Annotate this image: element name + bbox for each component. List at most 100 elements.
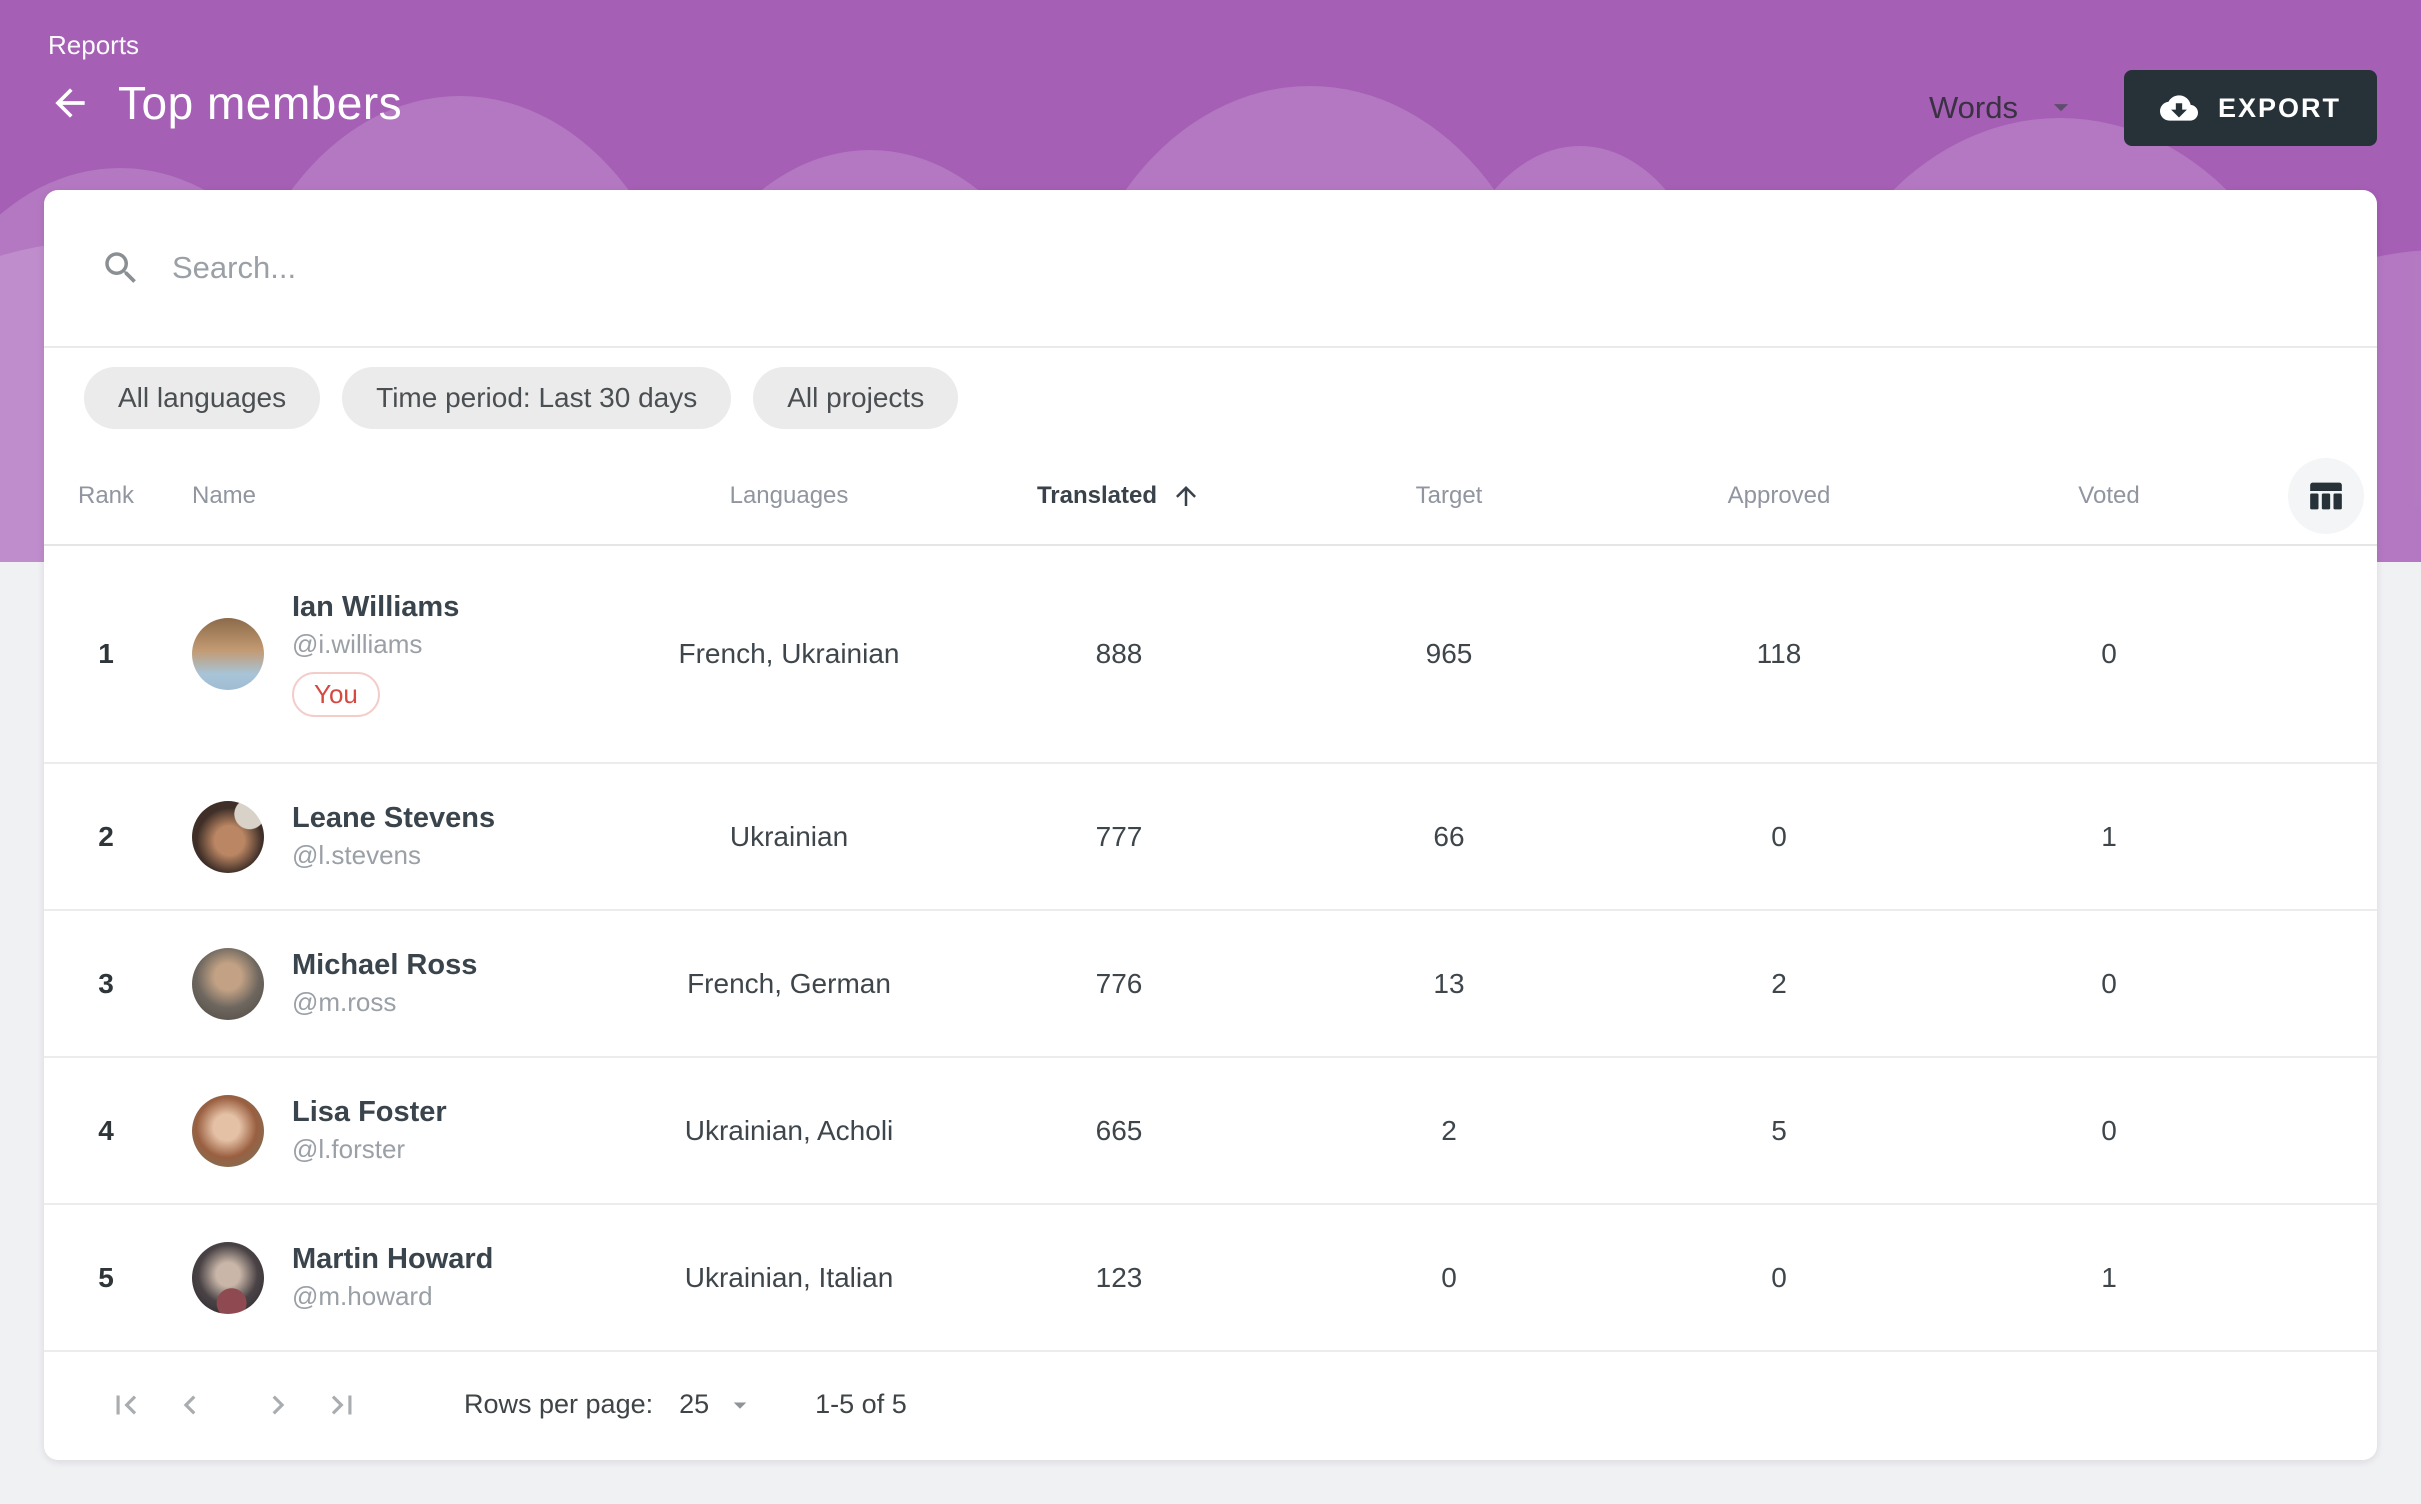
filter-chips: All languages Time period: Last 30 days … xyxy=(44,348,2377,448)
search-input[interactable] xyxy=(170,249,2377,287)
avatar xyxy=(192,801,264,873)
export-button[interactable]: EXPORT xyxy=(2124,70,2377,146)
pagination-bar: Rows per page: 25 1-5 of 5 xyxy=(44,1352,2377,1457)
rank-cell: 1 xyxy=(44,638,168,670)
table-row: 4 Lisa Foster @l.forster Ukrainian, Acho… xyxy=(44,1058,2377,1205)
voted-cell: 0 xyxy=(1944,968,2274,1000)
table-row: 5 Martin Howard @m.howard Ukrainian, Ita… xyxy=(44,1205,2377,1352)
page-title: Top members xyxy=(118,76,402,130)
rank-cell: 2 xyxy=(44,821,168,853)
rank-cell: 5 xyxy=(44,1262,168,1294)
approved-cell: 118 xyxy=(1614,638,1944,670)
filter-time-period[interactable]: Time period: Last 30 days xyxy=(342,367,731,429)
column-header-name[interactable]: Name xyxy=(168,482,624,510)
table-row: 3 Michael Ross @m.ross French, German 77… xyxy=(44,911,2377,1058)
translated-cell: 776 xyxy=(954,968,1284,1000)
member-link[interactable]: Martin Howard @m.howard xyxy=(292,1243,493,1311)
page: Reports Top members Words EXPORT All lan… xyxy=(0,0,2421,1504)
member-name: Michael Ross xyxy=(292,949,477,982)
member-link[interactable]: Ian Williams @i.williams You xyxy=(292,591,459,716)
rank-cell: 3 xyxy=(44,968,168,1000)
member-username: @l.stevens xyxy=(292,840,495,871)
previous-page-button[interactable] xyxy=(158,1373,222,1437)
column-header-voted[interactable]: Voted xyxy=(1944,482,2274,510)
languages-cell: French, Ukrainian xyxy=(624,638,954,670)
back-button[interactable] xyxy=(44,77,96,129)
rows-per-page-label: Rows per page: xyxy=(464,1389,653,1420)
export-button-label: EXPORT xyxy=(2218,93,2341,124)
approved-cell: 0 xyxy=(1614,821,1944,853)
member-link[interactable]: Michael Ross @m.ross xyxy=(292,949,477,1017)
column-header-translated[interactable]: Translated xyxy=(954,481,1284,511)
languages-cell: French, German xyxy=(624,968,954,1000)
chevron-right-icon xyxy=(259,1386,297,1424)
last-page-button[interactable] xyxy=(310,1373,374,1437)
avatar xyxy=(192,1095,264,1167)
first-page-button[interactable] xyxy=(94,1373,158,1437)
member-name: Leane Stevens xyxy=(292,802,495,835)
table-columns-icon xyxy=(2306,476,2346,516)
search-icon xyxy=(100,247,142,289)
unit-selector[interactable]: Words xyxy=(1929,90,2124,127)
chevron-down-icon xyxy=(2044,90,2078,127)
last-page-icon xyxy=(323,1386,361,1424)
languages-cell: Ukrainian, Acholi xyxy=(624,1115,954,1147)
header-actions: Words EXPORT xyxy=(1929,70,2377,146)
arrow-left-icon xyxy=(48,81,92,125)
approved-cell: 2 xyxy=(1614,968,1944,1000)
avatar xyxy=(192,1242,264,1314)
member-link[interactable]: Lisa Foster @l.forster xyxy=(292,1096,447,1164)
configure-columns-button[interactable] xyxy=(2288,458,2364,534)
column-header-target[interactable]: Target xyxy=(1284,482,1614,510)
member-username: @i.williams xyxy=(292,629,459,660)
triangle-down-icon xyxy=(725,1390,755,1420)
member-name: Martin Howard xyxy=(292,1243,493,1276)
voted-cell: 1 xyxy=(1944,1262,2274,1294)
you-badge: You xyxy=(292,672,380,717)
voted-cell: 1 xyxy=(1944,821,2274,853)
title-row: Top members xyxy=(44,76,402,130)
table-row: 2 Leane Stevens @l.stevens Ukrainian 777… xyxy=(44,764,2377,911)
column-header-approved[interactable]: Approved xyxy=(1614,482,1944,510)
translated-cell: 777 xyxy=(954,821,1284,853)
target-cell: 0 xyxy=(1284,1262,1614,1294)
rows-per-page-select[interactable]: 25 xyxy=(679,1389,755,1420)
rank-cell: 4 xyxy=(44,1115,168,1147)
member-username: @m.howard xyxy=(292,1281,493,1312)
voted-cell: 0 xyxy=(1944,638,2274,670)
filter-all-projects[interactable]: All projects xyxy=(753,367,958,429)
filter-all-languages[interactable]: All languages xyxy=(84,367,320,429)
member-username: @m.ross xyxy=(292,987,477,1018)
column-header-languages[interactable]: Languages xyxy=(624,482,954,510)
member-name: Ian Williams xyxy=(292,591,459,624)
table-row: 1 Ian Williams @i.williams You French, U… xyxy=(44,546,2377,764)
approved-cell: 0 xyxy=(1614,1262,1944,1294)
unit-selector-value: Words xyxy=(1929,90,2018,126)
table-header: Rank Name Languages Translated Target Ap… xyxy=(44,448,2377,546)
search-bar xyxy=(44,190,2377,348)
translated-cell: 888 xyxy=(954,638,1284,670)
report-card: All languages Time period: Last 30 days … xyxy=(44,190,2377,1460)
member-link[interactable]: Leane Stevens @l.stevens xyxy=(292,802,495,870)
member-username: @l.forster xyxy=(292,1134,447,1165)
translated-cell: 665 xyxy=(954,1115,1284,1147)
next-page-button[interactable] xyxy=(246,1373,310,1437)
voted-cell: 0 xyxy=(1944,1115,2274,1147)
member-name: Lisa Foster xyxy=(292,1096,447,1129)
rows-per-page-value: 25 xyxy=(679,1389,709,1420)
target-cell: 2 xyxy=(1284,1115,1614,1147)
column-header-rank[interactable]: Rank xyxy=(44,482,168,510)
chevron-left-icon xyxy=(171,1386,209,1424)
translated-cell: 123 xyxy=(954,1262,1284,1294)
languages-cell: Ukrainian, Italian xyxy=(624,1262,954,1294)
column-header-translated-label: Translated xyxy=(1037,482,1157,510)
avatar xyxy=(192,948,264,1020)
target-cell: 965 xyxy=(1284,638,1614,670)
cloud-download-icon xyxy=(2160,89,2198,127)
first-page-icon xyxy=(107,1386,145,1424)
breadcrumb: Reports xyxy=(48,30,139,61)
sort-arrow-up-icon xyxy=(1171,481,1201,511)
approved-cell: 5 xyxy=(1614,1115,1944,1147)
pagination-range: 1-5 of 5 xyxy=(815,1389,907,1420)
target-cell: 66 xyxy=(1284,821,1614,853)
